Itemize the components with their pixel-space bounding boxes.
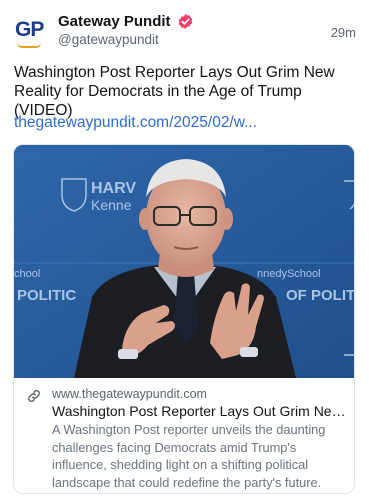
- backdrop-sign-left-small: chool: [14, 268, 40, 280]
- author-name[interactable]: Gateway Pundit: [58, 13, 171, 30]
- backdrop-sign-right-small: nnedySchool: [257, 268, 321, 280]
- link-preview-body[interactable]: www.thegatewaypundit.com Washington Post…: [14, 378, 354, 493]
- avatar[interactable]: GP: [14, 16, 48, 50]
- backdrop-sign-right-big: OF POLIT: [286, 287, 355, 304]
- link-title[interactable]: Washington Post Reporter Lays Out Grim N…: [52, 403, 350, 419]
- avatar-logo-text: GP: [15, 18, 44, 41]
- backdrop-sign-top-sub: Kenne: [91, 197, 132, 213]
- link-domain: www.thegatewaypundit.com: [52, 387, 207, 401]
- link-description: A Washington Post reporter unveils the d…: [52, 422, 326, 490]
- verified-badge-icon: [177, 13, 194, 30]
- post-timestamp[interactable]: 29m: [331, 25, 356, 40]
- post-header: GP Gateway Pundit @gatewaypundit 29m: [14, 10, 356, 54]
- post-link[interactable]: thegatewaypundit.com/2025/02/w...: [14, 114, 257, 132]
- link-preview-image[interactable]: HARV Kenne chool POLITIC nnedySchool OF …: [14, 145, 355, 378]
- post-text: Washington Post Reporter Lays Out Grim N…: [14, 64, 335, 119]
- backdrop-sign-left-big: POLITIC: [17, 287, 76, 304]
- link-preview-card[interactable]: HARV Kenne chool POLITIC nnedySchool OF …: [13, 144, 355, 494]
- avatar-swoosh: [17, 43, 41, 48]
- post: GP Gateway Pundit @gatewaypundit 29m Was…: [0, 0, 369, 500]
- author-handle[interactable]: @gatewaypundit: [58, 32, 159, 47]
- link-icon: [26, 388, 42, 404]
- backdrop-sign-top: HARV: [91, 180, 136, 197]
